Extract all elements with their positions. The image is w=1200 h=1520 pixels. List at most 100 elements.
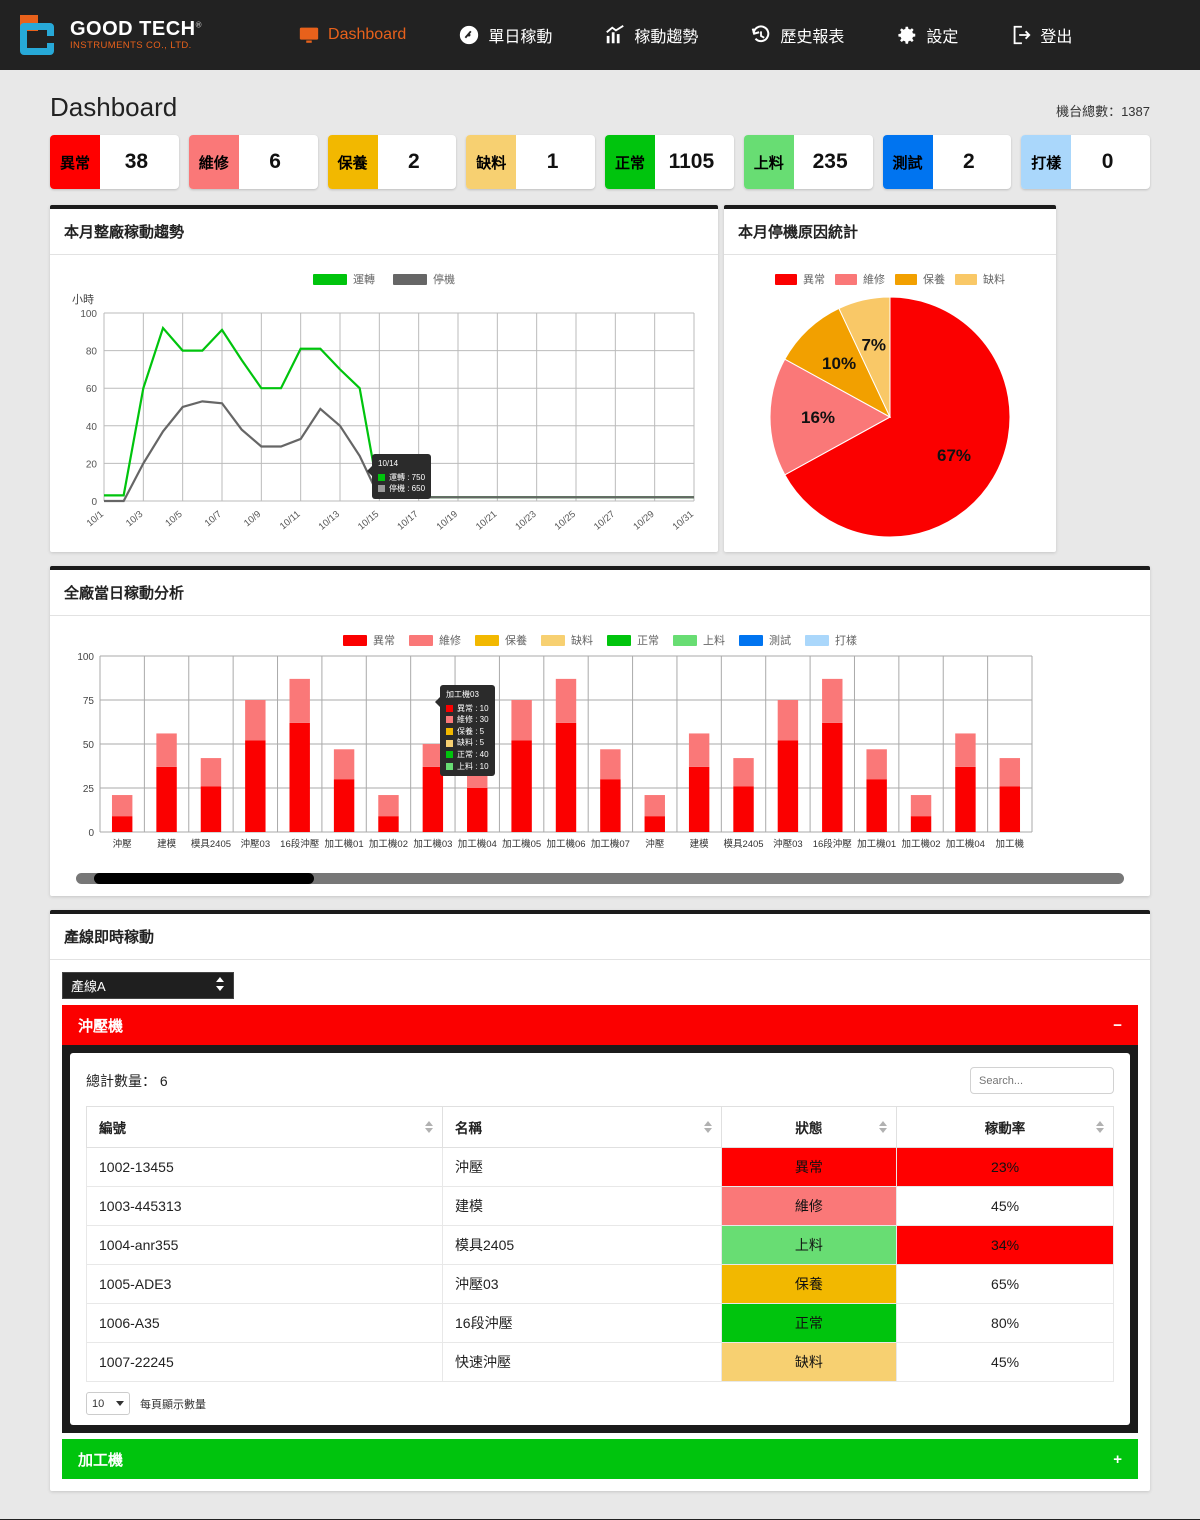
svg-text:沖壓: 沖壓	[645, 838, 665, 850]
legend-label: 打樣	[835, 635, 857, 647]
cell-id: 1004-anr355	[85, 1225, 444, 1265]
legend-item-上料[interactable]: 上料	[673, 632, 725, 648]
svg-text:10/5: 10/5	[163, 509, 184, 529]
collapse-icon[interactable]: −	[1113, 1017, 1122, 1034]
bar-chart-svg[interactable]: 0255075100沖壓 建模 模具2405 沖壓03 16段沖壓 加工機01 加工機02 加…	[62, 650, 1038, 862]
table-row[interactable]: 1007-22245 快速沖壓 缺料 45%	[85, 1342, 1114, 1382]
line-chart-svg[interactable]: 0 20 40 60 80 100 10/1 10/3 10/5 10/7 10/9 10/11 10/…	[62, 307, 702, 543]
nav-item-dashboard[interactable]: Dashboard	[272, 24, 432, 46]
table-column-header-編號[interactable]: 編號	[85, 1106, 444, 1148]
expand-icon[interactable]: +	[1113, 1451, 1122, 1468]
table-footer: 10 每頁顯示數量	[86, 1392, 1114, 1415]
legend-item-缺料[interactable]: 缺料	[955, 271, 1005, 287]
table-row[interactable]: 1004-anr355 模具2405 上料 34%	[85, 1225, 1114, 1265]
tooltip-row: 上料 : 10	[446, 761, 489, 773]
status-card-正常[interactable]: 正常 1105	[605, 135, 734, 189]
table-toolbar: 總計數量： 6	[86, 1067, 1114, 1094]
legend-item-正常[interactable]: 正常	[607, 632, 659, 648]
legend-swatch-icon	[805, 634, 829, 646]
status-card-label: 正常	[605, 135, 655, 189]
svg-text:10/27: 10/27	[592, 509, 617, 533]
status-card-打樣[interactable]: 打樣 0	[1021, 135, 1150, 189]
svg-text:10/17: 10/17	[395, 509, 420, 533]
tooltip-label: 運轉 : 750	[389, 472, 426, 482]
legend-swatch-icon	[393, 273, 427, 285]
sort-arrows-icon[interactable]	[879, 1121, 888, 1133]
svg-text:0: 0	[88, 828, 94, 839]
table-column-header-名稱[interactable]: 名稱	[442, 1106, 722, 1148]
table-row[interactable]: 1003-445313 建模 維修 45%	[85, 1186, 1114, 1226]
status-card-上料[interactable]: 上料 235	[743, 135, 873, 189]
search-input[interactable]	[970, 1067, 1114, 1094]
legend-item-保養[interactable]: 保養	[895, 271, 945, 287]
accordion-header-processing[interactable]: 加工機 +	[62, 1439, 1138, 1479]
table-row[interactable]: 1002-13455 沖壓 異常 23%	[85, 1147, 1114, 1187]
line-chart-legend: 運轉 停機	[62, 265, 706, 289]
cell-id: 1006-A35	[85, 1303, 444, 1343]
status-card-缺料[interactable]: 缺料 1	[466, 135, 595, 189]
svg-text:加工機: 加工機	[996, 838, 1025, 850]
nav-item-daily-utilization[interactable]: 單日稼動	[432, 23, 578, 47]
brand-logo[interactable]: GOOD TECH® INSTRUMENTS CO., LTD.	[20, 15, 202, 55]
table-row[interactable]: 1005-ADE3 沖壓03 保養 65%	[85, 1264, 1114, 1304]
table-column-header-稼動率[interactable]: 稼動率	[896, 1106, 1114, 1148]
status-card-label: 打樣	[1021, 135, 1072, 189]
logout-icon	[1010, 24, 1032, 46]
legend-item-缺料[interactable]: 缺料	[541, 632, 593, 648]
legend-item-測試[interactable]: 測試	[739, 632, 791, 648]
svg-text:60: 60	[86, 384, 98, 395]
nav-item-settings[interactable]: 設定	[870, 23, 984, 47]
status-card-異常[interactable]: 異常 38	[50, 135, 179, 189]
cell-id: 1002-13455	[85, 1147, 444, 1187]
legend-item-異常[interactable]: 異常	[775, 271, 825, 287]
legend-label: 異常	[803, 274, 825, 286]
nav-item-utilization-trend[interactable]: 稼動趨勢	[578, 23, 724, 47]
cell-name: 沖壓03	[442, 1264, 722, 1304]
legend-item-維修[interactable]: 維修	[409, 632, 461, 648]
sort-arrows-icon[interactable]	[1096, 1121, 1104, 1133]
sort-arrows-icon[interactable]	[703, 1121, 712, 1133]
nav-label-settings: 設定	[926, 29, 959, 46]
cell-rate: 65%	[896, 1264, 1114, 1304]
svg-text:10/25: 10/25	[553, 509, 578, 533]
svg-text:10/7: 10/7	[203, 509, 224, 529]
nav-item-logout[interactable]: 登出	[984, 23, 1098, 47]
legend-item-異常[interactable]: 異常	[343, 632, 395, 648]
line-chart-panel: 本月整廠稼動趨勢 運轉 停機 小時 0 20 40 60 80 100 10/1 10/3 10/…	[50, 205, 718, 552]
accordion-group-stamping: 沖壓機 − 總計數量： 6 Search... 編號 名稱 狀態 稼動率 100…	[62, 1005, 1138, 1433]
table-row[interactable]: 1006-A35 16段沖壓 正常 80%	[85, 1303, 1114, 1343]
legend-label: 測試	[769, 635, 791, 647]
production-line-select[interactable]: 產線A	[62, 972, 234, 999]
nav-label-utilization-trend: 稼動趨勢	[634, 29, 699, 46]
legend-item-運轉[interactable]: 運轉	[313, 271, 375, 287]
cell-rate: 45%	[896, 1186, 1114, 1226]
nav-item-history-report[interactable]: 歷史報表	[724, 23, 870, 47]
pie-chart-svg[interactable]: 67% 16% 10% 7%	[755, 293, 1025, 541]
legend-item-維修[interactable]: 維修	[835, 271, 885, 287]
status-card-label: 維修	[188, 135, 239, 189]
chevron-down-icon	[116, 1401, 124, 1406]
svg-text:加工機06: 加工機06	[546, 838, 585, 850]
accordion-header-stamping[interactable]: 沖壓機 −	[62, 1005, 1138, 1045]
legend-item-停機[interactable]: 停機	[393, 271, 455, 287]
legend-item-打樣[interactable]: 打樣	[805, 632, 857, 648]
status-card-保養[interactable]: 保養 2	[327, 135, 457, 189]
tooltip-label: 缺料 : 5	[457, 738, 485, 748]
line-chart-tooltip: 10/14 運轉 : 750 停機 : 650	[366, 454, 432, 499]
status-card-value: 1105	[668, 150, 715, 173]
status-card-value: 6	[269, 150, 281, 173]
legend-item-保養[interactable]: 保養	[475, 632, 527, 648]
per-page-select[interactable]: 10	[86, 1392, 130, 1415]
tooltip-label: 異常 : 10	[457, 703, 489, 713]
top-navbar: GOOD TECH® INSTRUMENTS CO., LTD. Dashboa…	[0, 0, 1200, 70]
svg-text:沖壓03: 沖壓03	[241, 838, 271, 850]
status-card-測試[interactable]: 測試 2	[882, 135, 1012, 189]
status-card-維修[interactable]: 維修 6	[188, 135, 318, 189]
sort-arrows-icon[interactable]	[425, 1121, 434, 1133]
trend-chart-icon	[604, 24, 626, 46]
table-column-header-狀態[interactable]: 狀態	[720, 1106, 898, 1148]
line-chart-title: 本月整廠稼動趨勢	[50, 209, 718, 255]
svg-text:100: 100	[77, 652, 94, 663]
bar-chart-scroll-thumb[interactable]	[94, 873, 314, 884]
bar-chart-scrollbar[interactable]	[76, 873, 1124, 884]
